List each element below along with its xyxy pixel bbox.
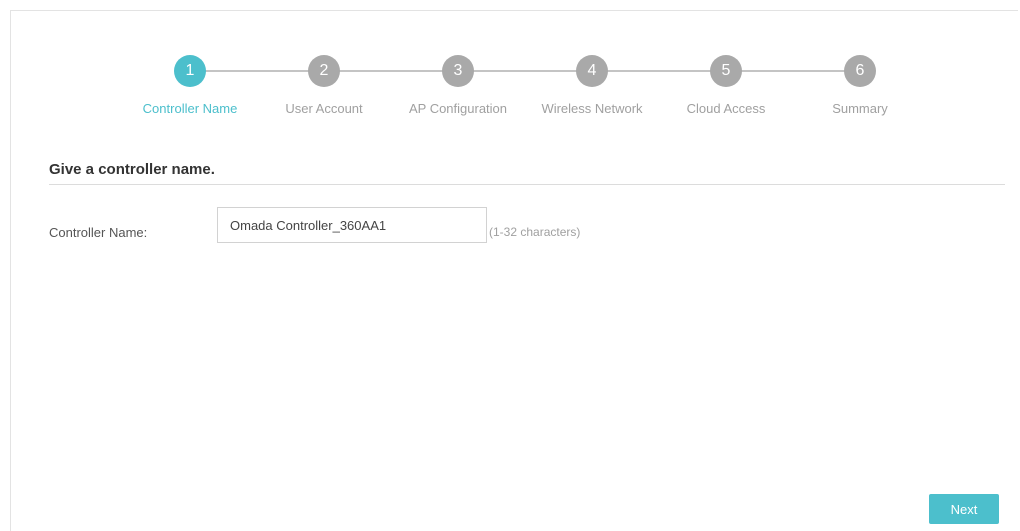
step-label: Controller Name: [142, 101, 238, 116]
step-ap-configuration: 3 AP Configuration: [383, 55, 533, 116]
step-number-badge: 2: [308, 55, 340, 87]
step-wireless-network: 4 Wireless Network: [517, 55, 667, 116]
step-number-badge: 6: [844, 55, 876, 87]
step-controller-name: 1 Controller Name: [115, 55, 265, 116]
step-label: User Account: [285, 101, 363, 116]
step-label: Wireless Network: [541, 101, 643, 116]
wizard-stepper: 1 Controller Name 2 User Account 3 AP Co…: [11, 11, 1019, 141]
section-title: Give a controller name.: [49, 161, 215, 178]
step-label: Cloud Access: [686, 101, 766, 116]
controller-name-label: Controller Name:: [49, 225, 148, 240]
step-summary: 6 Summary: [785, 55, 935, 116]
setup-wizard-panel: 1 Controller Name 2 User Account 3 AP Co…: [10, 10, 1018, 531]
controller-name-input[interactable]: [217, 207, 487, 243]
step-user-account: 2 User Account: [249, 55, 399, 116]
step-number-badge: 1: [174, 55, 206, 87]
step-label: AP Configuration: [408, 101, 508, 116]
controller-name-hint: (1-32 characters): [489, 225, 581, 239]
step-number-badge: 5: [710, 55, 742, 87]
step-cloud-access: 5 Cloud Access: [651, 55, 801, 116]
next-button[interactable]: Next: [929, 494, 999, 524]
step-number-badge: 3: [442, 55, 474, 87]
step-label: Summary: [832, 101, 888, 116]
section-divider: [49, 184, 1005, 185]
step-number-badge: 4: [576, 55, 608, 87]
